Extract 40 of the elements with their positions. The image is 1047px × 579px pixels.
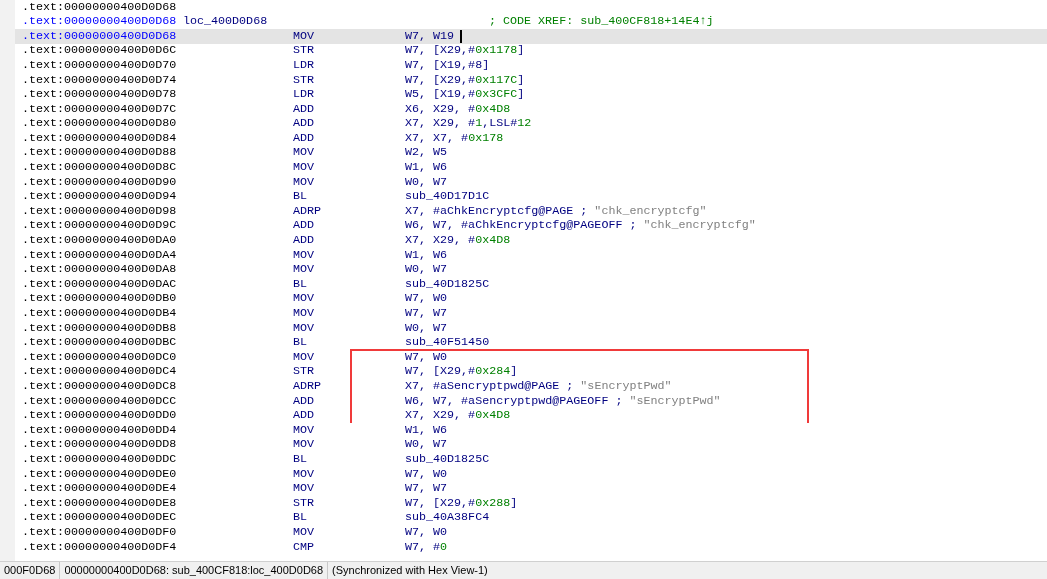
- comment: ; CODE XREF: sub_400CF818+14E4↑j: [489, 13, 714, 31]
- address-label: .text:00000000400D0D74: [22, 71, 178, 89]
- instruction-mnemonic: MOV: [293, 465, 316, 483]
- instruction-mnemonic: MOV: [293, 319, 316, 337]
- instruction-mnemonic: STR: [293, 71, 316, 89]
- instruction-mnemonic: ADD: [293, 392, 316, 410]
- instruction-operands: W6, W7, #aChkEncryptcfg@PAGEOFF: [405, 217, 623, 235]
- address-label: .text:00000000400D0DB0: [22, 290, 178, 308]
- status-field: (Synchronized with Hex View-1): [328, 562, 492, 579]
- location-label: loc_400D0D68: [183, 13, 269, 31]
- instruction-mnemonic: MOV: [293, 305, 316, 322]
- address-label: .text:00000000400D0DE0: [22, 465, 178, 483]
- instruction-operands: W7, W0: [405, 465, 448, 483]
- comment: ; "sEncryptPwd": [614, 392, 721, 410]
- comment: ; "chk_encryptcfg": [628, 217, 756, 235]
- address-label: .text:00000000400D0DB8: [22, 319, 178, 337]
- comment: ; "sEncryptPwd": [565, 377, 672, 395]
- instruction-operands: W7, [X29,#0x117C]: [405, 71, 525, 89]
- address-label: .text:00000000400D0DB4: [22, 305, 178, 322]
- comment: ; "chk_encryptcfg": [579, 202, 707, 220]
- address-label: .text:00000000400D0DF4: [22, 538, 178, 556]
- instruction-mnemonic: MOV: [293, 27, 316, 45]
- instruction-operands: W7, #0: [405, 538, 448, 556]
- address-label: .text:00000000400D0DCC: [22, 392, 178, 410]
- instruction-mnemonic: MOV: [293, 290, 316, 308]
- status-field: 000F0D68: [0, 562, 61, 579]
- text-cursor: [460, 30, 463, 43]
- instruction-mnemonic: CMP: [293, 538, 316, 556]
- instruction-operands: W7, W0: [405, 290, 448, 308]
- address-label: .text:00000000400D0D68: [22, 0, 178, 16]
- instruction-mnemonic: ADD: [293, 217, 316, 235]
- instruction-mnemonic: MOV: [293, 144, 316, 162]
- instruction-operands: W6, W7, #aSencryptpwd@PAGEOFF: [405, 392, 609, 410]
- instruction-operands: W7, W7: [405, 305, 448, 322]
- instruction-operands: W2, W5: [405, 144, 448, 162]
- status-field: 00000000400D0D68: sub_400CF818:loc_400D0D68: [60, 562, 329, 579]
- address-label: .text:00000000400D0D88: [22, 144, 178, 162]
- address-label: .text:00000000400D0D9C: [22, 217, 178, 235]
- instruction-operands: W0, W7: [405, 319, 448, 337]
- instruction-operands: W7, W19: [405, 27, 455, 45]
